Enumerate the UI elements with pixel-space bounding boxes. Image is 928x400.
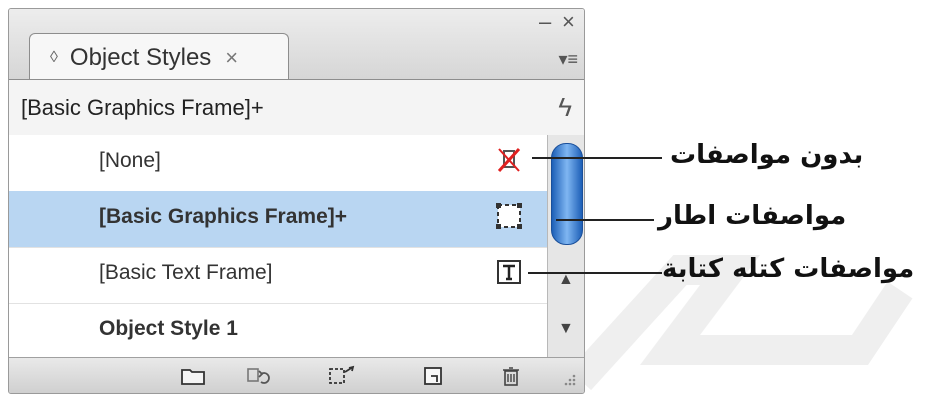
current-style-text: [Basic Graphics Frame]+ <box>21 94 264 120</box>
panel-menu-icon[interactable]: ▾≡ <box>558 49 578 70</box>
minimize-button[interactable]: – <box>539 9 551 35</box>
tab-object-styles[interactable]: ◊ Object Styles × <box>29 33 289 82</box>
list-item[interactable]: [Basic Graphics Frame]+ <box>9 191 547 248</box>
list-item[interactable]: Object Style 1 <box>9 303 547 360</box>
style-label: [Basic Text Frame] <box>99 261 273 284</box>
panel-title-bar: – × ◊ Object Styles × ▾≡ <box>9 9 584 82</box>
object-styles-panel: – × ◊ Object Styles × ▾≡ [Basic Graphics… <box>8 8 585 394</box>
apply-style-icon[interactable] <box>327 364 355 388</box>
list-scrollbar[interactable]: ▲ ▼ <box>547 135 584 357</box>
style-label: Object Style 1 <box>99 317 238 340</box>
text-frame-icon <box>497 260 521 284</box>
folder-icon[interactable] <box>179 364 207 388</box>
scroll-down-icon[interactable]: ▼ <box>558 320 574 338</box>
style-label: [None] <box>99 149 161 172</box>
none-style-icon <box>497 147 521 173</box>
quick-apply-icon[interactable]: ϟ <box>558 92 572 123</box>
current-style-row: [Basic Graphics Frame]+ ϟ <box>9 79 584 136</box>
callout-line-graphics-frame <box>556 219 654 221</box>
callout-line-none <box>532 157 662 159</box>
panel-footer <box>9 357 584 393</box>
style-label: [Basic Graphics Frame]+ <box>99 205 348 228</box>
tab-collapse-icon[interactable]: ◊ <box>50 49 58 67</box>
resize-grip-icon[interactable] <box>554 364 582 388</box>
callout-text-frame: مواصفات كتله كتابة <box>662 254 915 284</box>
style-list: [None] [Basic Graphics Frame]+ [Basic Te… <box>9 135 547 360</box>
callout-none: بدون مواصفات <box>670 140 864 170</box>
callout-graphics-frame: مواصفات اطار <box>658 201 847 231</box>
trash-icon[interactable] <box>497 364 525 388</box>
list-item[interactable]: [None] <box>9 135 547 192</box>
tab-title: Object Styles <box>69 44 212 71</box>
list-item[interactable]: [Basic Text Frame] <box>9 247 547 304</box>
close-button[interactable]: × <box>562 9 575 35</box>
graphics-frame-icon <box>496 203 522 229</box>
new-style-icon[interactable] <box>419 364 447 388</box>
clear-overrides-icon[interactable] <box>245 364 273 388</box>
callout-line-text-frame <box>528 272 662 274</box>
tab-close-icon[interactable]: × <box>225 45 238 71</box>
